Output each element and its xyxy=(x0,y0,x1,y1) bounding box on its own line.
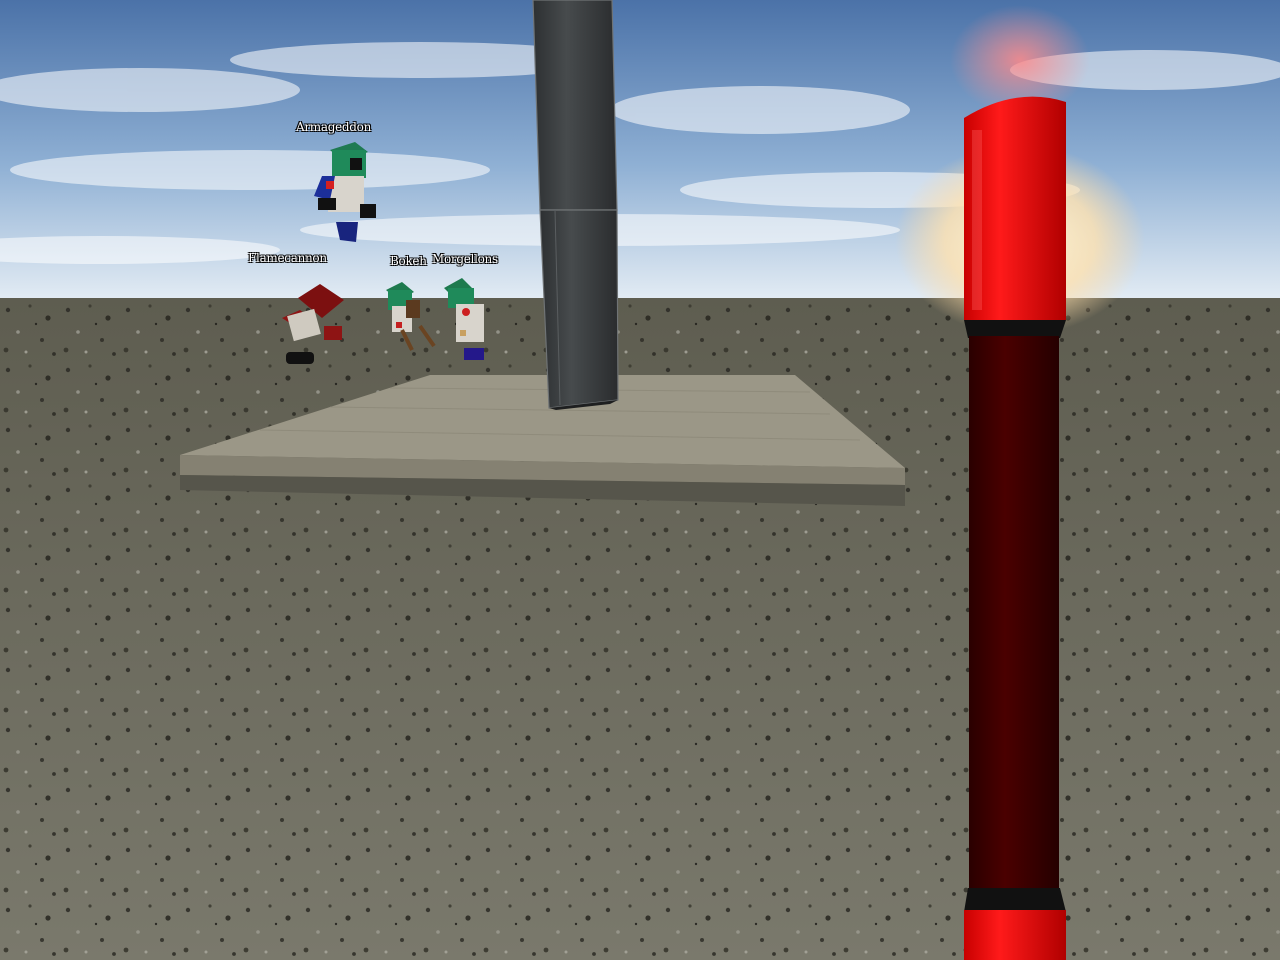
player-nametag-armageddon: Armageddon xyxy=(296,120,372,134)
player-nametag-bokeh: Bokeh xyxy=(390,254,427,268)
game-viewport[interactable] xyxy=(0,0,1280,960)
dark-pillar xyxy=(532,0,619,410)
player-nametag-morgellons: Morgellons xyxy=(432,252,498,266)
held-firework-stick xyxy=(964,96,1066,960)
player-nametag-flamecannon: Flamecannon xyxy=(248,251,327,265)
